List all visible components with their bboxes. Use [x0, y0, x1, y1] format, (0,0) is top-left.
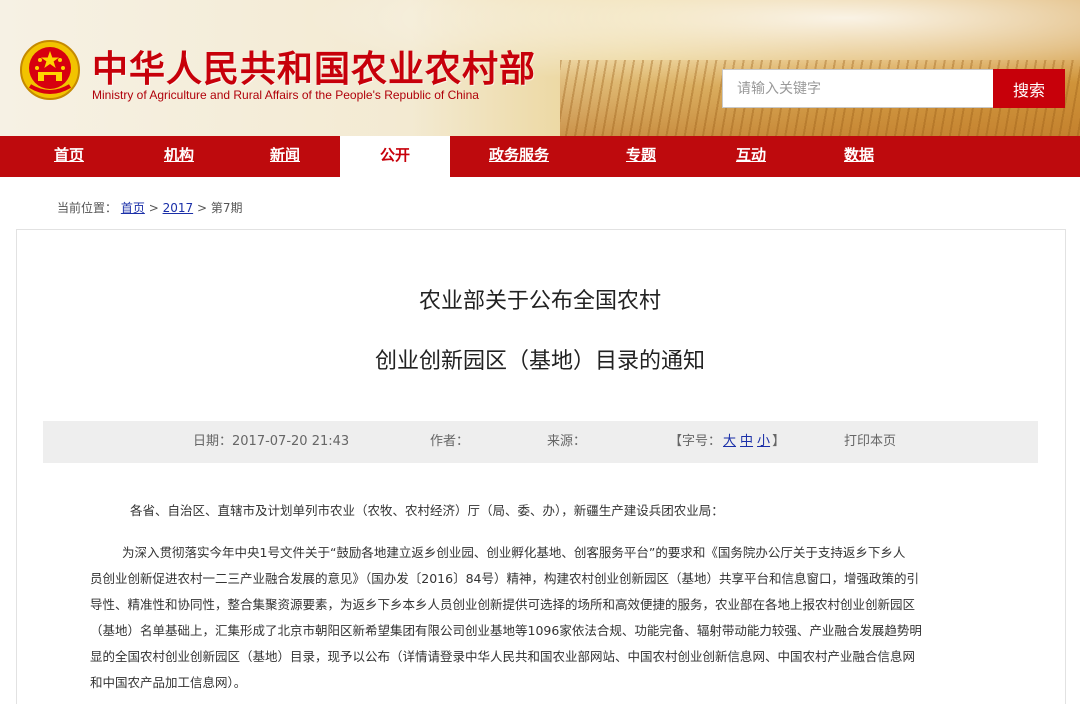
- article-title-line1: 农业部关于公布全国农村: [418, 289, 661, 314]
- breadcrumb-separator: >: [148, 201, 159, 215]
- date-label: 日期：: [193, 434, 233, 449]
- article-title-line2: 创业创新园区（基地）目录的通知: [374, 349, 705, 374]
- search-button[interactable]: 搜索: [993, 69, 1065, 108]
- article-meta-bar: 日期：2017-07-20 21:43 作者： 来源： 【字号：大中小】 打印本…: [43, 421, 1038, 463]
- body-line: 和中国农产品加工信息网）。: [90, 675, 247, 690]
- date-value: 2017-07-20 21:43: [232, 434, 350, 449]
- body-line: 显的全国农村创业创新园区（基地）目录，现予以公布（详情请登录中华人民共和国农业部…: [90, 649, 916, 664]
- source-label: 来源：: [547, 434, 587, 449]
- nav-item-interaction[interactable]: 互动: [722, 136, 780, 177]
- main-nav: 首页 机构 新闻 公开 政务服务 专题 互动 数据: [0, 136, 1080, 177]
- font-size-small-link[interactable]: 小: [757, 434, 770, 449]
- breadcrumb-link-year[interactable]: 2017: [163, 201, 194, 215]
- font-size-medium-link[interactable]: 中: [740, 434, 753, 449]
- body-line: 为深入贯彻落实今年中央1号文件关于“鼓励各地建立返乡创业园、创业孵化基地、创客服…: [122, 545, 906, 560]
- body-line: （基地）名单基础上，汇集形成了北京市朝阳区新希望集团有限公司创业基地等1096家…: [90, 623, 922, 638]
- author-label: 作者：: [430, 434, 470, 449]
- nav-item-public[interactable]: 公开: [340, 136, 450, 177]
- font-size-large-link[interactable]: 大: [723, 434, 736, 449]
- font-size-suffix: 】: [772, 434, 786, 449]
- site-title: 中华人民共和国农业农村部: [92, 48, 537, 90]
- article-body: 为深入贯彻落实今年中央1号文件关于“鼓励各地建立返乡创业园、创业孵化基地、创客服…: [90, 540, 1010, 696]
- meta-date: 日期：2017-07-20 21:43: [193, 421, 349, 463]
- nav-item-home[interactable]: 首页: [40, 136, 98, 177]
- nav-item-services[interactable]: 政务服务: [475, 136, 563, 177]
- breadcrumb-prefix: 当前位置：: [57, 201, 118, 215]
- font-size-prefix: 【字号：: [669, 434, 722, 449]
- site-subtitle: Ministry of Agriculture and Rural Affair…: [92, 88, 479, 102]
- site-header: 中华人民共和国农业农村部 Ministry of Agriculture and…: [0, 0, 1080, 136]
- nav-item-news[interactable]: 新闻: [256, 136, 314, 177]
- search-input[interactable]: [722, 69, 994, 108]
- breadcrumb: 当前位置： 首页 > 2017 > 第7期: [57, 199, 242, 216]
- print-page-link[interactable]: 打印本页: [844, 421, 896, 463]
- national-emblem-icon[interactable]: [18, 38, 82, 102]
- nav-item-agencies[interactable]: 机构: [150, 136, 208, 177]
- font-size-switcher: 【字号：大中小】: [669, 421, 785, 463]
- nav-item-topics[interactable]: 专题: [612, 136, 670, 177]
- body-line: 员创业创新促进农村一二三产业融合发展的意见》（国办发〔2016〕84号）精神，构…: [90, 571, 919, 586]
- body-line: 导性、精准性和协同性，整合集聚资源要素，为返乡下乡本乡人员创业创新提供可选择的场…: [90, 597, 916, 612]
- article-salutation: 各省、自治区、直辖市及计划单列市农业（农牧、农村经济）厅（局、委、办），新疆生产…: [130, 503, 724, 518]
- nav-item-data[interactable]: 数据: [830, 136, 888, 177]
- breadcrumb-current: 第7期: [210, 201, 243, 215]
- breadcrumb-link-home[interactable]: 首页: [121, 201, 145, 215]
- breadcrumb-separator: >: [196, 201, 208, 215]
